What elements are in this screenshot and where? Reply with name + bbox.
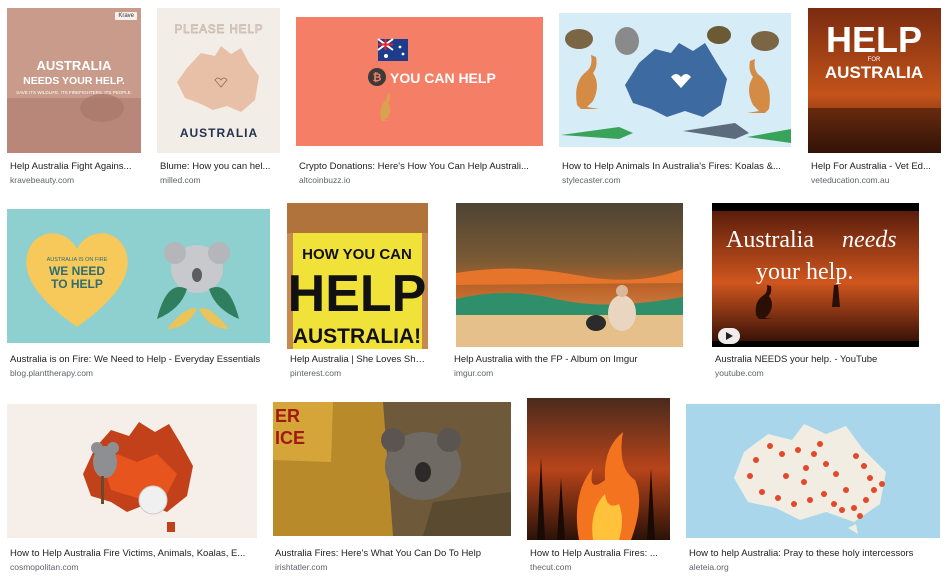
result-title[interactable]: Crypto Donations: Here's How You Can Hel… <box>299 160 539 173</box>
result-thumbnail[interactable] <box>456 203 683 347</box>
australian-flag-icon <box>377 38 408 61</box>
result-thumbnail[interactable]: Australia needs your help. <box>712 203 919 347</box>
overlay-line-2: WE NEED <box>49 264 105 278</box>
result-title[interactable]: How to Help Animals In Australia's Fires… <box>562 160 794 173</box>
result-card[interactable]: Help Australia with the FP - Album on Im… <box>451 203 687 383</box>
result-card[interactable]: ₿ YOU CAN HELP Crypto Donations: Here's … <box>296 8 546 188</box>
overlay-line-2: ICE <box>275 428 305 448</box>
result-source[interactable]: aleteia.org <box>689 561 729 573</box>
result-card[interactable]: AUSTRALIA NEEDS YOUR HELP. SAVE ITS WILD… <box>7 8 144 188</box>
result-thumbnail[interactable] <box>686 404 940 538</box>
result-thumbnail[interactable]: ER ICE <box>273 402 511 536</box>
dog-figure <box>586 315 606 331</box>
overlay-line-1: YOU CAN HELP <box>390 70 496 86</box>
result-title[interactable]: Australia Fires: Here's What You Can Do … <box>275 547 513 560</box>
result-title[interactable]: Help Australia Fight Agains... <box>10 160 144 173</box>
result-source[interactable]: blog.planttherapy.com <box>10 367 93 379</box>
overlay-line-1: PLEASE HELP <box>175 24 264 36</box>
overlay-line-2: NEEDS YOUR HELP. <box>23 75 125 87</box>
result-card[interactable]: How to Help Australia Fire Victims, Anim… <box>7 398 263 578</box>
result-thumbnail[interactable]: PLEASE HELP AUSTRALIA <box>157 8 280 153</box>
result-source[interactable]: stylecaster.com <box>562 174 621 186</box>
result-title[interactable]: Australia is on Fire: We Need to Help - … <box>10 353 273 366</box>
result-source[interactable]: thecut.com <box>530 561 572 573</box>
result-source[interactable]: kravebeauty.com <box>10 174 74 186</box>
result-card[interactable]: How to Help Animals In Australia's Fires… <box>559 8 799 188</box>
brand-tag: Krave <box>115 12 137 20</box>
result-title[interactable]: Help Australia with the FP - Album on Im… <box>454 353 684 366</box>
result-source[interactable]: irishtatler.com <box>275 561 327 573</box>
result-card[interactable]: ER ICE Australia Fires: Here's What You … <box>272 398 516 578</box>
result-title[interactable]: Help Australia | She Loves She... <box>290 353 428 366</box>
result-card[interactable]: How to help Australia: Pray to these hol… <box>686 398 942 578</box>
overlay-line-2: needs <box>842 227 897 253</box>
overlay-line-3: AUSTRALIA <box>825 63 923 82</box>
result-title[interactable]: Help For Australia - Vet Ed... <box>811 160 941 173</box>
result-title[interactable]: How to Help Australia Fires: ... <box>530 547 668 560</box>
result-source[interactable]: youtube.com <box>715 367 764 379</box>
result-source[interactable]: imgur.com <box>454 367 493 379</box>
overlay-line-2: AUSTRALIA <box>180 126 258 140</box>
play-icon[interactable] <box>718 328 740 344</box>
result-source[interactable]: veteducation.com.au <box>811 174 889 186</box>
result-thumbnail[interactable] <box>527 398 670 540</box>
overlay-line-1: ER <box>275 406 300 426</box>
result-card[interactable]: Australia needs your help. Australia NEE… <box>712 203 942 383</box>
result-thumbnail[interactable]: HOW YOU CAN HELP AUSTRALIA! <box>287 203 428 349</box>
result-thumbnail[interactable] <box>559 13 791 147</box>
result-card[interactable]: HELP FOR AUSTRALIA Help For Australia - … <box>808 8 944 188</box>
overlay-line-1: Australia <box>726 227 814 253</box>
result-thumbnail[interactable]: AUSTRALIA IS ON FIRE WE NEED TO HELP <box>7 209 270 343</box>
result-thumbnail[interactable]: ₿ YOU CAN HELP <box>296 17 543 146</box>
result-card[interactable]: PLEASE HELP AUSTRALIA Blume: How you can… <box>157 8 285 188</box>
result-source[interactable]: pinterest.com <box>290 367 341 379</box>
result-card[interactable]: HOW YOU CAN HELP AUSTRALIA! Help Austral… <box>287 203 431 383</box>
overlay-line-2: HELP <box>288 265 427 323</box>
result-card[interactable]: AUSTRALIA IS ON FIRE WE NEED TO HELP Aus… <box>7 203 273 383</box>
overlay-small-text: SAVE ITS WILDLIFE. ITS FIREFIGHTERS. ITS… <box>16 90 132 95</box>
result-thumbnail[interactable]: HELP FOR AUSTRALIA <box>808 8 941 153</box>
result-thumbnail[interactable] <box>7 404 257 538</box>
globe-figure <box>138 485 168 515</box>
overlay-line-3: TO HELP <box>51 277 103 291</box>
result-thumbnail[interactable]: AUSTRALIA NEEDS YOUR HELP. SAVE ITS WILD… <box>7 8 141 153</box>
overlay-line-1: HOW YOU CAN <box>302 246 412 263</box>
overlay-line-1: AUSTRALIA IS ON FIRE <box>47 257 108 263</box>
koala-figure <box>615 27 639 55</box>
overlay-line-1: AUSTRALIA <box>36 58 112 73</box>
person-figure <box>608 295 636 331</box>
svg-text:₿: ₿ <box>373 72 382 84</box>
result-title[interactable]: Australia NEEDS your help. - YouTube <box>715 353 940 366</box>
result-source[interactable]: altcoinbuzz.io <box>299 174 351 186</box>
result-title[interactable]: Blume: How you can hel... <box>160 160 280 173</box>
result-card[interactable]: How to Help Australia Fires: ... thecut.… <box>527 398 675 578</box>
result-title[interactable]: How to help Australia: Pray to these hol… <box>689 547 941 560</box>
overlay-line-3: your help. <box>756 259 853 285</box>
result-source[interactable]: cosmopolitan.com <box>10 561 79 573</box>
overlay-line-1: HELP <box>826 19 922 60</box>
result-title[interactable]: How to Help Australia Fire Victims, Anim… <box>10 547 260 560</box>
result-source[interactable]: milled.com <box>160 174 201 186</box>
overlay-line-3: AUSTRALIA! <box>293 325 421 348</box>
